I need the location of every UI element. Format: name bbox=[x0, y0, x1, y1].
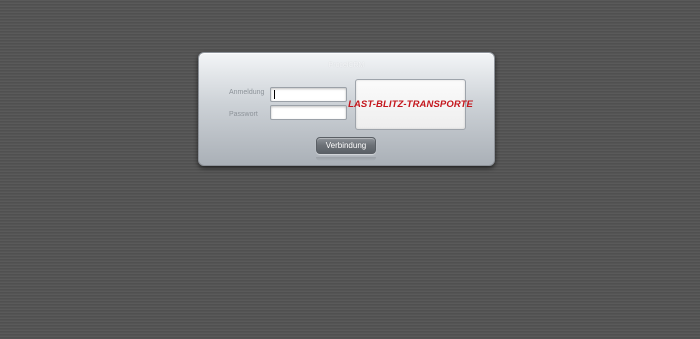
password-input[interactable] bbox=[270, 105, 347, 120]
connect-button[interactable]: Verbindung bbox=[316, 137, 376, 154]
password-label: Passwort bbox=[229, 111, 258, 118]
app-title: ProcelCRM bbox=[328, 62, 365, 69]
button-reflection bbox=[316, 157, 376, 161]
login-label: Anmeldung bbox=[229, 89, 265, 96]
login-input[interactable] bbox=[270, 87, 347, 102]
login-panel: ProcelCRM Anmeldung Passwort LAST-BLITZ-… bbox=[198, 52, 495, 166]
company-logo: LAST-BLITZ-TRANSPORTE bbox=[348, 79, 473, 130]
text-cursor bbox=[274, 90, 275, 99]
company-logo-text: LAST-BLITZ-TRANSPORTE bbox=[348, 99, 473, 110]
